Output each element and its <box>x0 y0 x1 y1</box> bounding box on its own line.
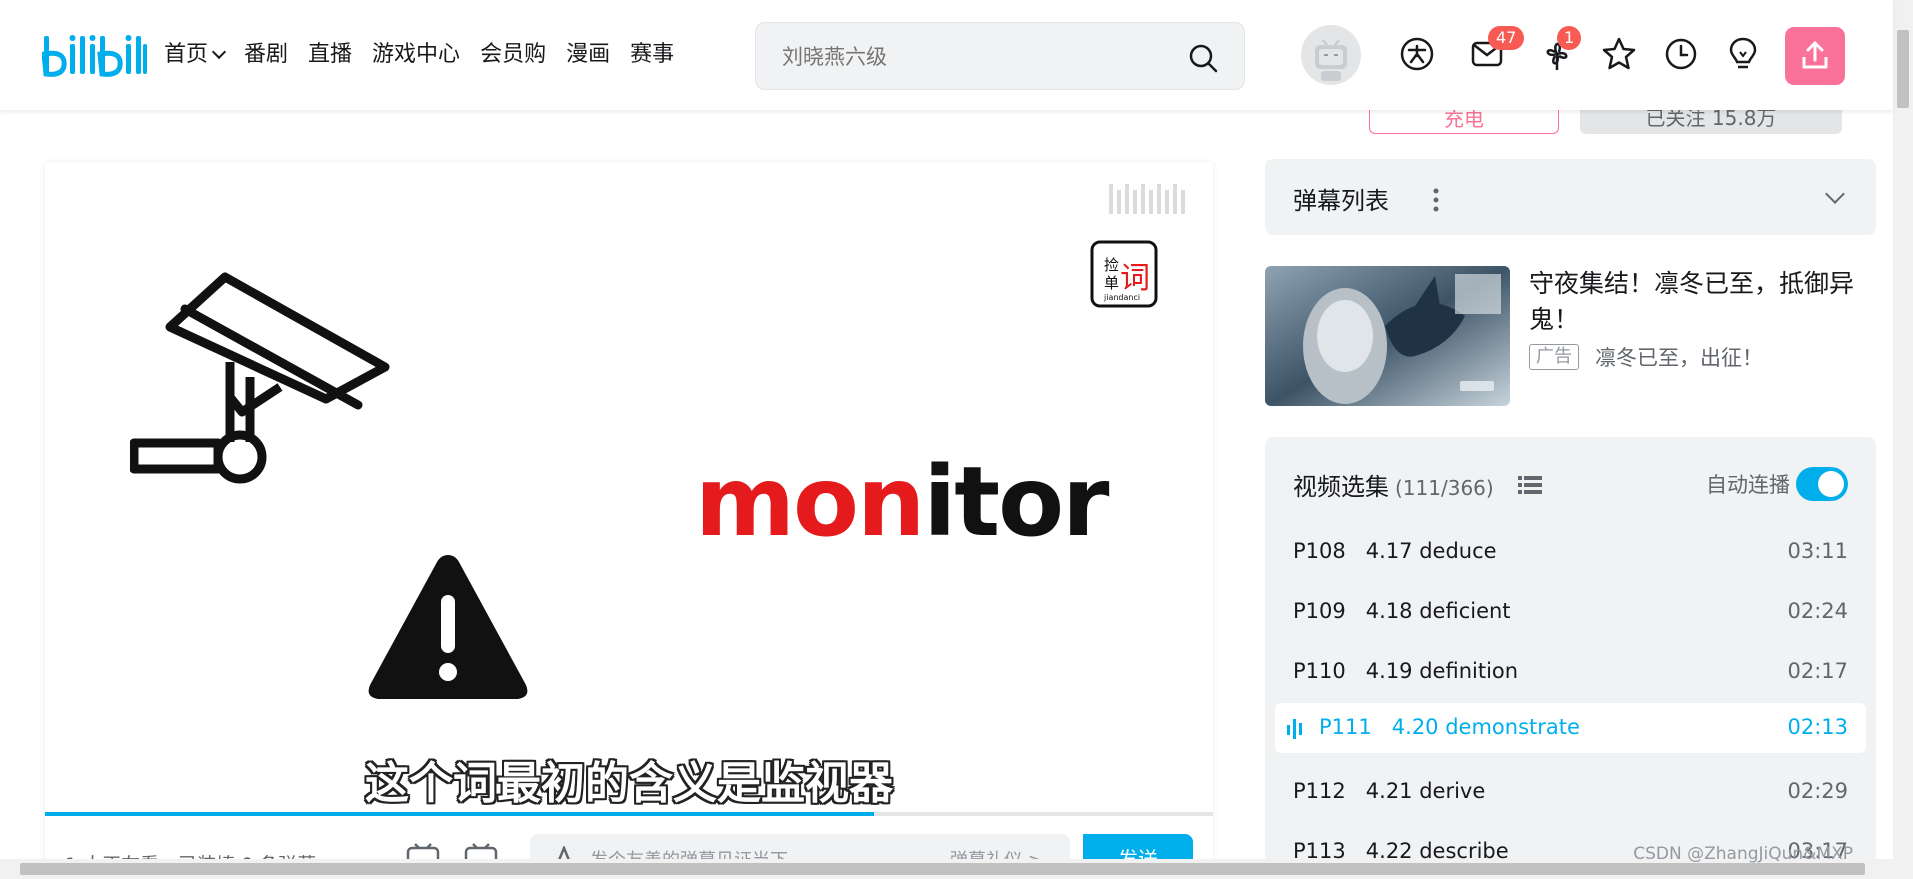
bilibili-watermark-icon <box>1109 184 1185 214</box>
vip-icon[interactable] <box>1397 34 1437 74</box>
more-options-icon[interactable] <box>1431 187 1441 213</box>
video-subtitle: 这个词最初的含义是监视器 <box>365 758 893 809</box>
danmaku-list-title: 弹幕列表 <box>1293 187 1389 215</box>
top-header: 首页 番剧 直播 游戏中心 会员购 漫画 赛事 刘晓燕六级 47 1 <box>0 0 1893 110</box>
creation-bulb-icon[interactable] <box>1723 34 1763 74</box>
nav-item-home[interactable]: 首页 <box>164 38 227 72</box>
episode-label: P108 4.17 deduce <box>1293 539 1497 563</box>
history-clock-icon[interactable] <box>1661 34 1701 74</box>
episode-label: P111 4.20 demonstrate <box>1319 715 1580 739</box>
jiandanci-logo-icon: 捡 单 词 jiandanci <box>1090 240 1158 308</box>
nav-item-anime[interactable]: 番剧 <box>244 38 288 72</box>
episode-item-active[interactable]: P111 4.20 demonstrate 02:13 <box>1275 703 1866 753</box>
vocab-word: monitor <box>695 446 1109 558</box>
ad-subtitle: 凛冬已至，出征！ <box>1595 346 1763 370</box>
main-nav: 首页 番剧 直播 游戏中心 会员购 漫画 赛事 <box>164 38 694 72</box>
episode-number: P112 <box>1293 779 1346 803</box>
danmaku-list-panel[interactable]: 弹幕列表 <box>1265 159 1876 235</box>
progress-bar[interactable] <box>45 812 1213 816</box>
nav-item-esports[interactable]: 赛事 <box>630 38 674 72</box>
tv-mascot-icon <box>1315 39 1347 81</box>
vocab-word-black-part: itor <box>923 446 1109 558</box>
now-playing-icon <box>1287 719 1302 739</box>
playlist-header: 视频选集 (111/366) <box>1293 467 1494 502</box>
episode-duration: 02:13 <box>1787 715 1848 739</box>
playlist-count: (111/366) <box>1395 476 1494 500</box>
ad-thumbnail-image <box>1265 266 1510 406</box>
playlist-title: 视频选集 <box>1293 473 1389 501</box>
favorites-star-icon[interactable] <box>1599 34 1639 74</box>
scrollbar-thumb[interactable] <box>20 863 1865 875</box>
bilibili-logo[interactable] <box>42 30 148 82</box>
nav-item-label: 首页 <box>164 42 209 67</box>
nav-item-mall[interactable]: 会员购 <box>480 38 546 72</box>
upload-icon <box>1802 40 1828 69</box>
search-input[interactable] <box>782 41 1162 73</box>
episode-item[interactable]: P109 4.18 deficient 02:24 <box>1275 587 1866 637</box>
episode-duration: 02:17 <box>1787 659 1848 683</box>
avatar[interactable] <box>1301 25 1361 85</box>
nav-item-games[interactable]: 游戏中心 <box>372 38 460 72</box>
jiandanci-stamp: 捡 单 词 jiandanci <box>1090 240 1158 308</box>
security-camera-icon <box>130 272 390 484</box>
episode-label: P110 4.19 definition <box>1293 659 1518 683</box>
chevron-down-icon[interactable] <box>1825 184 1845 204</box>
svg-text:单: 单 <box>1104 274 1119 292</box>
episode-number: P109 <box>1293 599 1346 623</box>
page: 首页 番剧 直播 游戏中心 会员购 漫画 赛事 刘晓燕六级 47 1 充电 已关… <box>0 0 1913 879</box>
episode-number: P108 <box>1293 539 1346 563</box>
episode-number: P111 <box>1319 715 1372 739</box>
autoplay-label: 自动连播 <box>1706 473 1790 497</box>
message-count-badge: 47 <box>1488 26 1525 50</box>
episode-number: P110 <box>1293 659 1346 683</box>
ad-thumbnail[interactable] <box>1265 266 1510 406</box>
warning-icon <box>368 555 528 699</box>
video-player[interactable]: 捡 单 词 jiandanci monitor 这个词最初的含义是监视器 <box>45 162 1213 879</box>
episode-label: P112 4.21 derive <box>1293 779 1485 803</box>
video-playlist: 视频选集 (111/366) 自动连播 P108 4.17 deduce 03:1… <box>1265 437 1876 879</box>
horizontal-scrollbar[interactable] <box>0 859 1893 879</box>
episode-duration: 02:29 <box>1787 779 1848 803</box>
episode-title: 4.17 deduce <box>1365 539 1497 563</box>
toggle-knob <box>1818 471 1844 497</box>
vocab-word-red-part: mon <box>695 446 925 558</box>
ad-title[interactable]: 守夜集结！凛冬已至，抵御异鬼！ <box>1529 266 1876 338</box>
svg-text:词: 词 <box>1120 261 1150 296</box>
episode-item[interactable]: P110 4.19 definition 02:17 <box>1275 647 1866 697</box>
ad-tag-badge: 广告 <box>1529 344 1579 370</box>
episode-label: P109 4.18 deficient <box>1293 599 1511 623</box>
nav-item-live[interactable]: 直播 <box>308 38 352 72</box>
upload-button[interactable] <box>1785 27 1845 85</box>
episode-title: 4.20 demonstrate <box>1391 715 1580 739</box>
episode-duration: 03:11 <box>1787 539 1848 563</box>
ad-card[interactable]: 守夜集结！凛冬已至，抵御异鬼！ 广告 凛冬已至，出征！ <box>1265 266 1876 406</box>
csdn-watermark: CSDN @ZhangJiQun&MXP <box>1633 844 1853 864</box>
episode-title: 4.18 deficient <box>1365 599 1511 623</box>
progress-fill <box>45 812 875 816</box>
vertical-scrollbar[interactable] <box>1893 0 1913 879</box>
chevron-down-icon <box>211 44 227 60</box>
svg-text:捡: 捡 <box>1104 256 1119 274</box>
search-box <box>755 22 1245 90</box>
episode-title: 4.21 derive <box>1365 779 1486 803</box>
scrollbar-thumb[interactable] <box>1897 30 1909 108</box>
episode-item[interactable]: P108 4.17 deduce 03:11 <box>1275 527 1866 577</box>
charge-label: 充电 <box>1444 107 1484 131</box>
search-icon[interactable] <box>1188 43 1218 73</box>
episode-title: 4.19 definition <box>1365 659 1519 683</box>
autoplay-toggle[interactable] <box>1796 467 1848 501</box>
list-view-icon[interactable] <box>1518 475 1542 495</box>
svg-text:jiandanci: jiandanci <box>1103 293 1140 302</box>
dynamic-count-badge: 1 <box>1557 26 1582 50</box>
episode-item[interactable]: P112 4.21 derive 02:29 <box>1275 767 1866 817</box>
episode-duration: 02:24 <box>1787 599 1848 623</box>
nav-item-manga[interactable]: 漫画 <box>566 38 610 72</box>
